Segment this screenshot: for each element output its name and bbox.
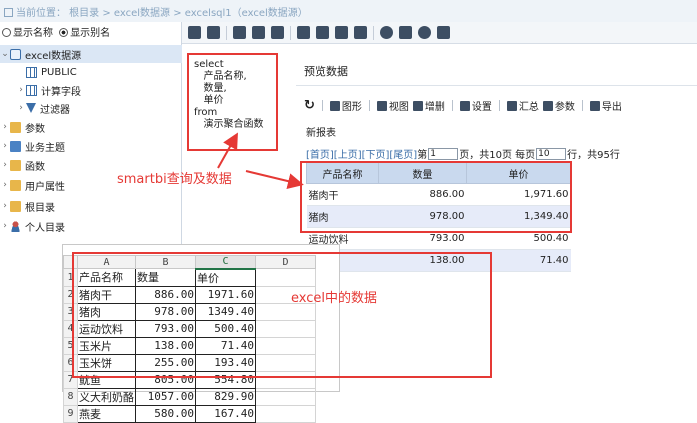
highlight-box-excel bbox=[72, 252, 492, 378]
schema-icon bbox=[26, 66, 37, 78]
toolbar-divider bbox=[498, 100, 500, 111]
expand-icon[interactable]: › bbox=[16, 85, 26, 95]
sigma-icon bbox=[506, 101, 517, 111]
radio-show-name[interactable] bbox=[2, 28, 11, 37]
question-icon bbox=[542, 101, 553, 111]
bar-chart-icon bbox=[329, 101, 340, 111]
expand-icon[interactable]: › bbox=[16, 103, 26, 113]
pager-links[interactable]: [首页][上页][下页][尾页] bbox=[306, 146, 417, 161]
view-icon bbox=[376, 101, 387, 111]
excel-row: 8 义大利奶酪 1057.00 829.90 bbox=[63, 387, 316, 406]
clock-icon[interactable] bbox=[418, 26, 431, 39]
collapse-icon[interactable]: ⌄ bbox=[0, 49, 10, 59]
report-name: 新报表 bbox=[306, 128, 336, 139]
folder-icon bbox=[10, 200, 21, 212]
query-toolbar bbox=[182, 22, 697, 44]
excel-row: 9 燕麦 580.00 167.40 bbox=[63, 404, 316, 423]
expand-icon[interactable]: › bbox=[0, 160, 10, 170]
tree-item-user-attr[interactable]: › 用户属性 bbox=[0, 176, 65, 194]
view-button[interactable]: 视图 bbox=[376, 98, 409, 113]
person-icon bbox=[10, 220, 21, 232]
highlight-box-preview bbox=[300, 161, 572, 233]
divider bbox=[296, 85, 697, 86]
tree-item-personal[interactable]: › 个人目录 bbox=[0, 217, 65, 235]
radio-show-alias[interactable] bbox=[59, 28, 69, 37]
breadcrumb: 当前位置： 根目录 > excel数据源 > excelsql1（excel数据… bbox=[0, 0, 697, 22]
grid-icon[interactable] bbox=[316, 26, 329, 39]
brush-icon[interactable] bbox=[252, 26, 265, 39]
add-remove-button[interactable]: 增删 bbox=[412, 98, 445, 113]
tree-item-function[interactable]: › 函数 bbox=[0, 156, 45, 174]
tree-item-param[interactable]: › 参数 bbox=[0, 118, 45, 136]
filter-icon bbox=[26, 103, 36, 113]
sql-editor[interactable]: select 产品名称, 数量, 单价 from 演示聚合函数 bbox=[187, 53, 278, 151]
save-icon[interactable] bbox=[188, 26, 201, 39]
expand-icon[interactable]: › bbox=[0, 122, 10, 132]
user-attr-icon bbox=[10, 179, 21, 191]
summary-button[interactable]: 汇总 bbox=[506, 98, 539, 113]
toolbar-divider bbox=[226, 25, 227, 40]
toolbar-divider bbox=[368, 100, 370, 111]
tree-item-root[interactable]: › 根目录 bbox=[0, 197, 55, 215]
tree-item-filter[interactable]: › 过滤器 bbox=[16, 99, 70, 117]
chart-button[interactable]: 图形 bbox=[329, 98, 362, 113]
page-size-input[interactable]: 10 bbox=[536, 147, 567, 160]
preview-toolbar: ↻ 图形 视图 增删 设置 汇总 参数 导出 bbox=[304, 98, 622, 113]
page-number-input[interactable]: 1 bbox=[428, 147, 459, 160]
home-icon bbox=[4, 8, 13, 17]
export-button[interactable]: 导出 bbox=[589, 98, 622, 113]
export-icon bbox=[589, 101, 600, 111]
toolbar-divider bbox=[373, 25, 374, 40]
toolbar-divider bbox=[581, 100, 583, 111]
toolbar-divider bbox=[290, 25, 291, 40]
database-icon bbox=[10, 48, 21, 60]
topic-icon bbox=[10, 140, 21, 152]
gear-icon[interactable] bbox=[354, 26, 367, 39]
sql-icon[interactable] bbox=[399, 26, 412, 39]
calc-field-icon bbox=[26, 84, 37, 96]
annotation-smartbi: smartbi查询及数据 bbox=[117, 172, 232, 187]
preview-title: 预览数据 bbox=[304, 65, 348, 78]
toolbar-divider bbox=[451, 100, 453, 111]
param-icon bbox=[10, 121, 21, 133]
settings-button[interactable]: 设置 bbox=[459, 98, 492, 113]
search-icon[interactable] bbox=[380, 26, 393, 39]
add-remove-icon bbox=[412, 101, 423, 111]
code-icon[interactable] bbox=[437, 26, 450, 39]
toolbar-divider bbox=[321, 100, 323, 111]
tree-item-calc-field[interactable]: › 计算字段 bbox=[16, 81, 81, 99]
refresh-icon[interactable]: ↻ bbox=[304, 98, 315, 113]
expand-icon[interactable]: › bbox=[0, 221, 10, 231]
tree-item-excel-datasource[interactable]: ⌄ excel数据源 bbox=[0, 45, 182, 63]
table-icon[interactable] bbox=[297, 26, 310, 39]
expand-icon[interactable]: › bbox=[0, 201, 10, 211]
function-icon bbox=[10, 159, 21, 171]
tree-item-topic[interactable]: › 业务主题 bbox=[0, 137, 65, 155]
display-mode-radios: 显示名称 显示别名 bbox=[2, 24, 110, 39]
param-button[interactable]: 参数 bbox=[542, 98, 575, 113]
annotation-excel: excel中的数据 bbox=[291, 291, 377, 306]
save-as-icon[interactable] bbox=[207, 26, 220, 39]
gear-icon bbox=[459, 101, 470, 111]
arrow-to-preview bbox=[245, 170, 304, 189]
expand-icon[interactable]: › bbox=[0, 141, 10, 151]
pager: [首页][上页][下页][尾页] 第 1 页，共10页 每页 10 行，共95行 bbox=[306, 146, 620, 161]
tree-item-public[interactable]: PUBLIC bbox=[16, 63, 77, 81]
export-icon[interactable] bbox=[335, 26, 348, 39]
expand-icon[interactable]: › bbox=[0, 180, 10, 190]
list-icon[interactable] bbox=[233, 26, 246, 39]
text-icon[interactable] bbox=[271, 26, 284, 39]
